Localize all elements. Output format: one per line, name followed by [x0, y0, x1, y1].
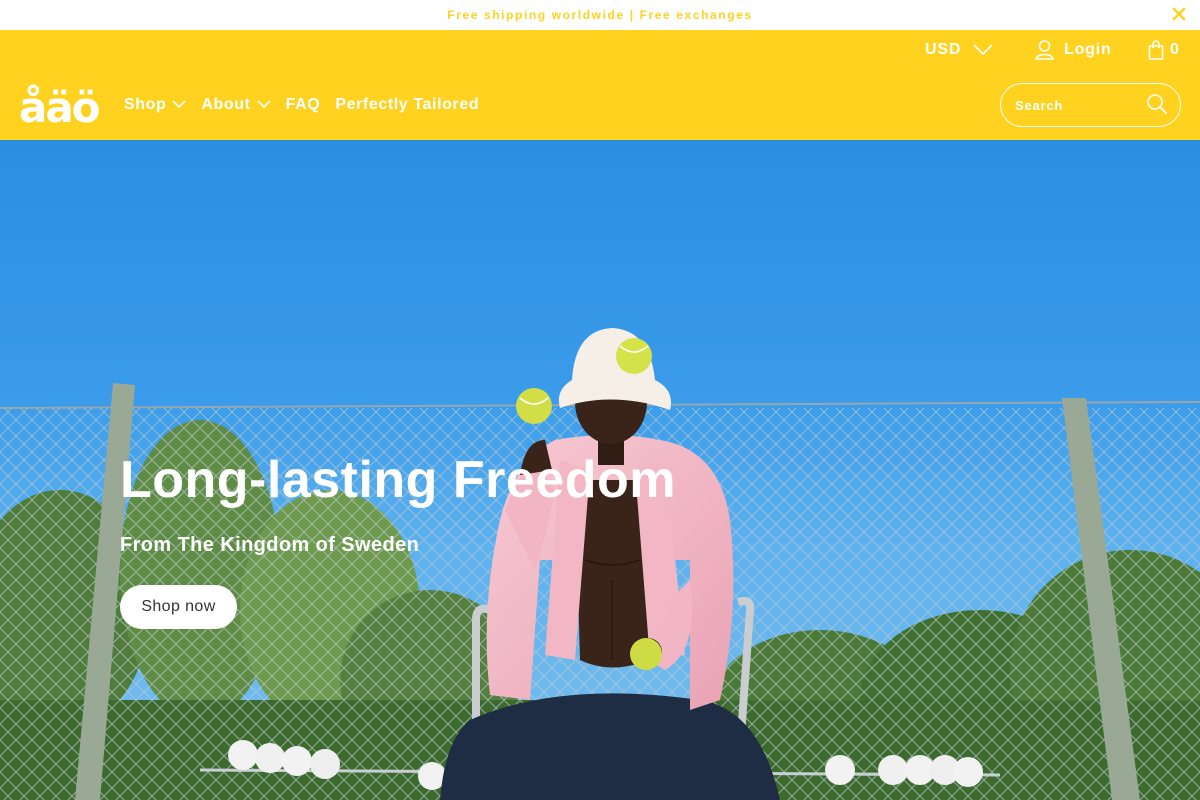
login-label: Login	[1064, 41, 1112, 58]
search-box	[1000, 83, 1181, 127]
chevron-down-icon	[973, 44, 993, 56]
close-icon[interactable]	[1172, 7, 1186, 21]
user-icon	[1035, 40, 1054, 60]
bag-icon	[1148, 40, 1164, 60]
main-nav: Shop About FAQ Perfectly Tailored	[124, 70, 494, 140]
logo-text: åäö	[19, 83, 101, 132]
chevron-down-icon	[251, 96, 271, 114]
cart-count: 0	[1170, 41, 1180, 58]
tennis-ball	[516, 388, 552, 424]
search-input[interactable]	[1015, 94, 1145, 116]
logo[interactable]: åäö	[19, 80, 107, 132]
cart-link[interactable]: 0	[1148, 30, 1180, 70]
tennis-ball	[630, 638, 662, 670]
currency-label: USD	[925, 41, 962, 58]
utility-bar: USD Login 0	[0, 30, 1200, 70]
announcement-text: Free shipping worldwide | Free exchanges	[447, 8, 753, 22]
announcement-bar: Free shipping worldwide | Free exchanges	[0, 0, 1200, 30]
search-icon[interactable]	[1146, 93, 1168, 115]
nav-item-about[interactable]: About	[201, 96, 271, 114]
nav-item-label: Shop	[124, 96, 167, 113]
nav-item-shop[interactable]: Shop	[124, 96, 186, 114]
login-link[interactable]: Login	[1035, 30, 1112, 70]
hero-title: Long-lasting Freedom	[120, 451, 676, 509]
nav-item-faq[interactable]: FAQ	[286, 96, 321, 114]
main-header: åäö Shop About FAQ Perfectly Tailored	[0, 70, 1200, 140]
tennis-ball	[616, 338, 652, 374]
shop-now-button[interactable]: Shop now	[120, 585, 237, 629]
hero-banner: Long-lasting Freedom From The Kingdom of…	[0, 140, 1200, 800]
nav-item-perfectly-tailored[interactable]: Perfectly Tailored	[335, 96, 479, 114]
nav-item-label: Perfectly Tailored	[335, 96, 480, 113]
chevron-down-icon	[166, 96, 186, 114]
nav-item-label: FAQ	[285, 96, 321, 113]
currency-selector[interactable]: USD	[925, 30, 993, 70]
nav-item-label: About	[201, 96, 251, 113]
hero-subtitle: From The Kingdom of Sweden	[120, 534, 420, 556]
